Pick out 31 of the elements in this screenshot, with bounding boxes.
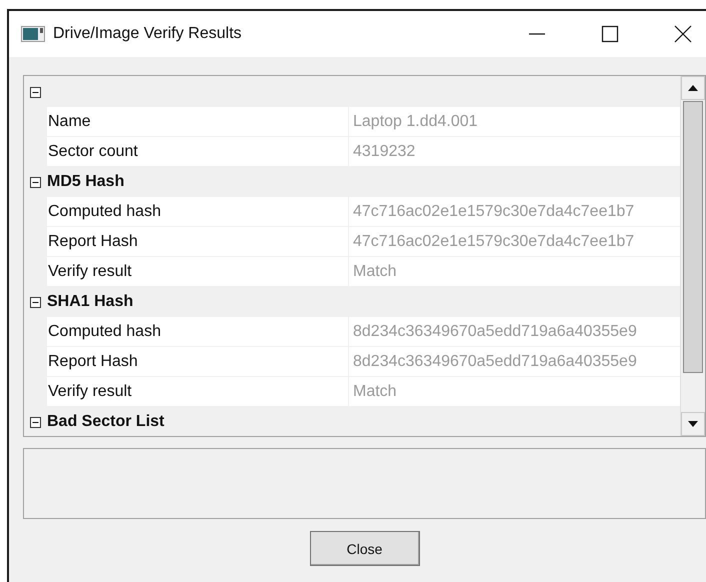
property-name: Verify result [48, 382, 132, 400]
property-name: Verify result [48, 262, 132, 280]
scroll-down-icon[interactable] [681, 412, 705, 436]
property-value: 47c716ac02e1e1579c30e7da4c7ee1b7 [353, 232, 634, 250]
close-button[interactable]: Close [310, 531, 420, 566]
property-value: 8d234c36349670a5edd719a6a40355e9 [353, 322, 637, 340]
close-icon[interactable] [673, 24, 693, 44]
property-name: Name [48, 112, 91, 130]
collapse-icon[interactable] [30, 416, 41, 428]
property-name: Computed hash [48, 202, 161, 220]
window-title: Drive/Image Verify Results [53, 25, 243, 43]
property-value: 8d234c36349670a5edd719a6a40355e9 [353, 352, 637, 370]
property-name: Report Hash [48, 352, 138, 370]
property-name: Report Hash [48, 232, 138, 250]
property-value: 47c716ac02e1e1579c30e7da4c7ee1b7 [353, 202, 634, 220]
property-value: 4319232 [353, 142, 416, 160]
group-title: Bad Sector List [47, 413, 164, 431]
property-value: Match [353, 382, 397, 400]
app-icon [21, 26, 45, 42]
group-title: SHA1 Hash [47, 293, 134, 311]
scrollbar[interactable] [680, 76, 705, 436]
collapse-icon[interactable] [30, 86, 41, 98]
property-name: Computed hash [48, 322, 161, 340]
collapse-icon[interactable] [30, 296, 41, 308]
property-value: Laptop 1.dd4.001 [353, 112, 478, 130]
maximize-icon[interactable] [600, 24, 620, 44]
collapse-icon[interactable] [30, 176, 41, 188]
scroll-up-icon[interactable] [681, 76, 705, 100]
property-name: Sector count [48, 142, 138, 160]
group-title: MD5 Hash [47, 173, 124, 191]
property-value: Match [353, 262, 397, 280]
